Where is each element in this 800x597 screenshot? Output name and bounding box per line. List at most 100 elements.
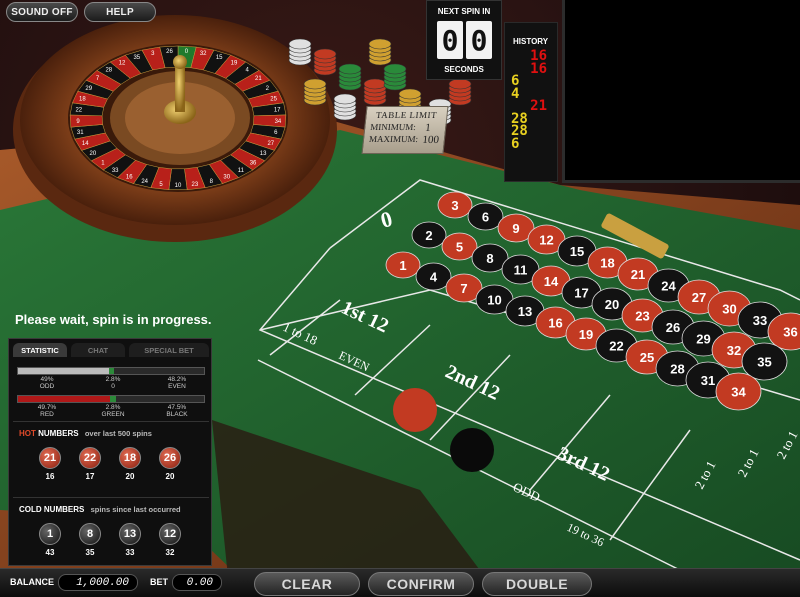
number-cell-label: 16 — [548, 316, 562, 331]
clear-button[interactable]: CLEAR — [254, 572, 360, 596]
bet-value: 0.00 — [172, 574, 222, 591]
number-cell-label: 1 — [399, 258, 406, 273]
wheel-pocket-label: 14 — [82, 141, 89, 147]
wheel-pocket-label: 23 — [192, 182, 199, 188]
number-ball-count: 33 — [125, 548, 135, 557]
double-button[interactable]: DOUBLE — [482, 572, 592, 596]
balance-value: 1,000.00 — [58, 574, 138, 591]
wheel-pocket-label: 15 — [216, 55, 223, 61]
number-ball-count: 16 — [45, 472, 55, 481]
wheel-pocket-label: 10 — [175, 183, 182, 189]
number-cell-label: 2 — [425, 228, 432, 243]
red-bar-fill — [18, 396, 111, 402]
zero-pct: 2.8% — [105, 376, 121, 383]
zero-label-stat: 0 — [111, 383, 115, 390]
number-cell-label: 8 — [486, 251, 493, 266]
chip — [368, 38, 392, 50]
number-cell-label: 24 — [661, 279, 676, 294]
number-ball-count: 32 — [165, 548, 175, 557]
even-pct: 48.2% — [167, 376, 187, 383]
tab-chat[interactable]: CHAT — [71, 343, 125, 357]
wheel-pocket-label: 30 — [223, 174, 230, 180]
black-bet-spot[interactable] — [450, 428, 494, 472]
wheel-pocket-label: 21 — [255, 76, 262, 82]
number-ball: 18 — [119, 447, 141, 469]
tab-statistic[interactable]: STATISTIC — [13, 343, 67, 357]
number-ball: 13 — [119, 523, 141, 545]
number-ball-count: 20 — [125, 472, 135, 481]
wheel-pocket-label: 17 — [274, 107, 281, 113]
cold-numbers-word: NUMBERS — [43, 505, 85, 514]
bottom-bar: BALANCE 1,000.00 BET 0.00 CLEAR CONFIRM … — [0, 568, 800, 597]
number-cell-label: 6 — [482, 210, 489, 225]
number-cell-label: 23 — [635, 309, 649, 324]
green-pct: 2.8% — [105, 404, 121, 411]
green-bar-fill — [110, 396, 116, 402]
panel-divider — [13, 497, 209, 498]
chip — [333, 93, 357, 105]
black-pct: 47.5% — [167, 404, 187, 411]
number-cell-label: 36 — [783, 325, 797, 340]
number-cell-label: 30 — [722, 302, 736, 317]
countdown-digit-ones: 0 — [466, 21, 492, 59]
cold-numbers-sub: spins since last occurred — [90, 505, 181, 514]
cold-numbers-title: COLD NUMBERS spins since last occurred — [19, 505, 181, 514]
odd-even-stat: 49% ODD 2.8% 0 48.2% EVEN — [17, 367, 205, 390]
number-cell-label: 14 — [544, 274, 559, 289]
red-bet-spot[interactable] — [393, 388, 437, 432]
number-cell-label: 21 — [631, 267, 645, 282]
number-cell-label: 9 — [512, 221, 519, 236]
history-panel: HISTORY 16 16 6 4 21 28 28 6 — [504, 22, 558, 182]
tab-special-bet[interactable]: SPECIAL BET — [129, 343, 209, 357]
live-video-area — [562, 0, 800, 183]
chip — [363, 78, 387, 90]
next-spin-unit: SECONDS — [444, 65, 484, 74]
confirm-button[interactable]: CONFIRM — [368, 572, 474, 596]
sound-off-button[interactable]: SOUND OFF — [6, 2, 78, 22]
number-cell-label: 4 — [430, 270, 438, 285]
wheel-pocket-label: 33 — [112, 168, 119, 174]
table-limit-max-value: 100 — [421, 134, 440, 146]
number-cell-label: 25 — [640, 350, 654, 365]
wheel-pocket-label: 34 — [275, 119, 282, 125]
red-black-stat: 49.7% RED 2.8% GREEN 47.5% BLACK — [17, 395, 205, 418]
wheel-pocket-label: 32 — [200, 51, 207, 57]
number-cell-label: 28 — [670, 362, 684, 377]
wheel-pocket-label: 12 — [119, 60, 126, 66]
roulette-wheel: 0 321519421225173462713361130823105241633… — [13, 15, 337, 242]
next-spin-title: NEXT SPIN IN — [437, 7, 491, 16]
wheel-pocket-label: 36 — [250, 160, 257, 166]
number-cell-label: 19 — [579, 327, 593, 342]
wheel-pocket-label: 11 — [238, 168, 245, 174]
even-label: EVEN — [168, 383, 186, 390]
number-cell-label: 15 — [570, 244, 584, 259]
number-cell-label: 11 — [514, 263, 528, 278]
wheel-pocket-label: 16 — [126, 174, 133, 180]
help-button[interactable]: HELP — [84, 2, 156, 22]
number-cell-label: 27 — [692, 290, 706, 305]
wheel-pocket-label: 18 — [79, 96, 86, 102]
hot-numbers-title: HOT NUMBERS over last 500 spins — [19, 429, 152, 438]
statistics-panel: STATISTIC CHAT SPECIAL BET 49% ODD 2.8% 0 … — [8, 338, 212, 566]
number-cell-label: 29 — [696, 332, 710, 347]
number-cell-label: 33 — [753, 313, 767, 328]
number-cell-label: 26 — [666, 320, 680, 335]
number-cell-label: 18 — [600, 256, 614, 271]
wheel-pocket-label: 22 — [75, 107, 82, 113]
table-limit-plaque: TABLE LIMIT MINIMUM: 1 MAXIMUM: 100 — [361, 106, 449, 154]
number-cell-label: 32 — [727, 343, 741, 358]
history-title: HISTORY — [513, 37, 549, 46]
chip — [313, 48, 337, 60]
number-cell-label: 17 — [574, 286, 588, 301]
red-black-bar — [17, 395, 205, 403]
table-limit-title: TABLE LIMIT — [375, 110, 438, 120]
odd-bar-fill — [18, 368, 110, 374]
number-cell-label: 22 — [609, 339, 623, 354]
status-message: Please wait, spin is in progress. — [15, 312, 212, 327]
black-label: BLACK — [166, 411, 188, 418]
number-ball-count: 20 — [165, 472, 175, 481]
wheel-pocket-label: 31 — [77, 130, 84, 136]
number-ball: 8 — [79, 523, 101, 545]
odd-pct: 49% — [40, 376, 54, 383]
history-entry: 4 — [511, 85, 520, 102]
